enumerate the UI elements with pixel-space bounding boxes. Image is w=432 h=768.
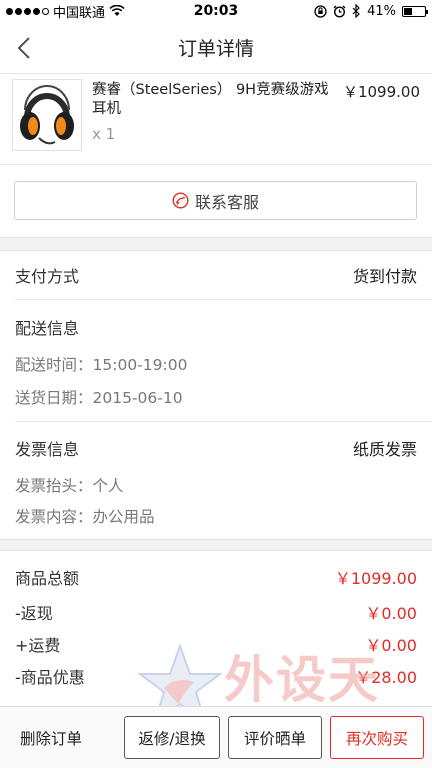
divider	[15, 299, 432, 300]
product-quantity: x 1	[92, 125, 116, 143]
delete-order-button[interactable]: 删除订单	[20, 707, 82, 768]
section-divider	[0, 237, 432, 251]
delivery-info-title: 配送信息	[15, 319, 80, 338]
payment-method-label: 支付方式	[15, 267, 80, 286]
carrier-name: 中国联通	[53, 5, 106, 21]
lock-rotation-icon	[314, 4, 327, 18]
delivery-date-value: 2015-06-10	[92, 389, 183, 407]
wifi-icon	[109, 5, 125, 16]
discount-value: ￥28.00	[355, 668, 417, 687]
review-button[interactable]: 评价晒单	[228, 716, 322, 759]
product-item[interactable]: 赛睿（SteelSeries） 9H竞赛级游戏耳机 ￥1099.00 x 1	[0, 75, 432, 165]
bottom-action-bar: 删除订单 返修/退换 评价晒单 再次购买	[0, 706, 432, 768]
chevron-left-icon[interactable]	[14, 36, 36, 60]
battery-percent: 41%	[367, 3, 396, 19]
customer-service-icon	[172, 192, 189, 209]
shipping-value: ￥0.00	[365, 636, 417, 655]
delivery-info-row: 配送信息	[15, 315, 417, 339]
invoice-content-label: 发票内容：	[15, 508, 93, 526]
delivery-time-value: 15:00-19:00	[92, 356, 188, 374]
repair-return-button[interactable]: 返修/退换	[124, 716, 220, 759]
alarm-icon	[333, 5, 346, 18]
section-divider	[0, 539, 432, 551]
delivery-date-label: 送货日期：	[15, 389, 93, 407]
status-bar: 中国联通 20:03 41%	[0, 0, 432, 22]
invoice-header-label: 发票抬头：	[15, 477, 93, 495]
invoice-content-value: 办公用品	[92, 508, 155, 526]
delivery-time: 配送时间：15:00-19:00	[15, 353, 187, 375]
product-price: ￥1099.00	[342, 83, 420, 101]
rebate-row: -返现 ￥0.00	[15, 600, 417, 624]
discount-label: -商品优惠	[15, 668, 85, 687]
contact-service-label: 联系客服	[194, 192, 259, 212]
page-title: 订单详情	[177, 38, 254, 60]
bluetooth-icon	[352, 4, 360, 18]
rebate-value: ￥0.00	[365, 604, 417, 623]
discount-row: -商品优惠 ￥28.00	[15, 664, 417, 688]
total-value: ￥1099.00	[334, 569, 417, 588]
shipping-label: +运费	[15, 636, 61, 655]
navigation-bar: 订单详情	[0, 22, 432, 74]
invoice-info-title: 发票信息	[15, 440, 80, 459]
total-label: 商品总额	[15, 569, 80, 588]
payment-method-value: 货到付款	[352, 267, 417, 286]
invoice-type: 纸质发票	[352, 440, 417, 459]
battery-icon	[402, 5, 428, 17]
headphones-thumbnail[interactable]	[12, 79, 82, 151]
invoice-header: 发票抬头：个人	[15, 474, 124, 496]
total-row: 商品总额 ￥1099.00	[15, 565, 417, 589]
signal-strength-icon	[6, 7, 49, 15]
contact-service-button[interactable]: 联系客服	[14, 181, 417, 220]
buy-again-button[interactable]: 再次购买	[330, 716, 424, 759]
shipping-row: +运费 ￥0.00	[15, 632, 417, 656]
product-name: 赛睿（SteelSeries） 9H竞赛级游戏耳机	[92, 82, 329, 117]
payment-method-row: 支付方式 货到付款	[15, 263, 417, 287]
divider	[15, 421, 432, 422]
service-section: 联系客服	[0, 165, 432, 237]
invoice-content: 发票内容：办公用品	[15, 505, 155, 527]
invoice-info-row: 发票信息 纸质发票	[15, 436, 417, 460]
delivery-time-label: 配送时间：	[15, 356, 93, 374]
invoice-header-value: 个人	[92, 477, 124, 495]
delivery-date: 送货日期：2015-06-10	[15, 386, 183, 408]
rebate-label: -返现	[15, 604, 53, 623]
